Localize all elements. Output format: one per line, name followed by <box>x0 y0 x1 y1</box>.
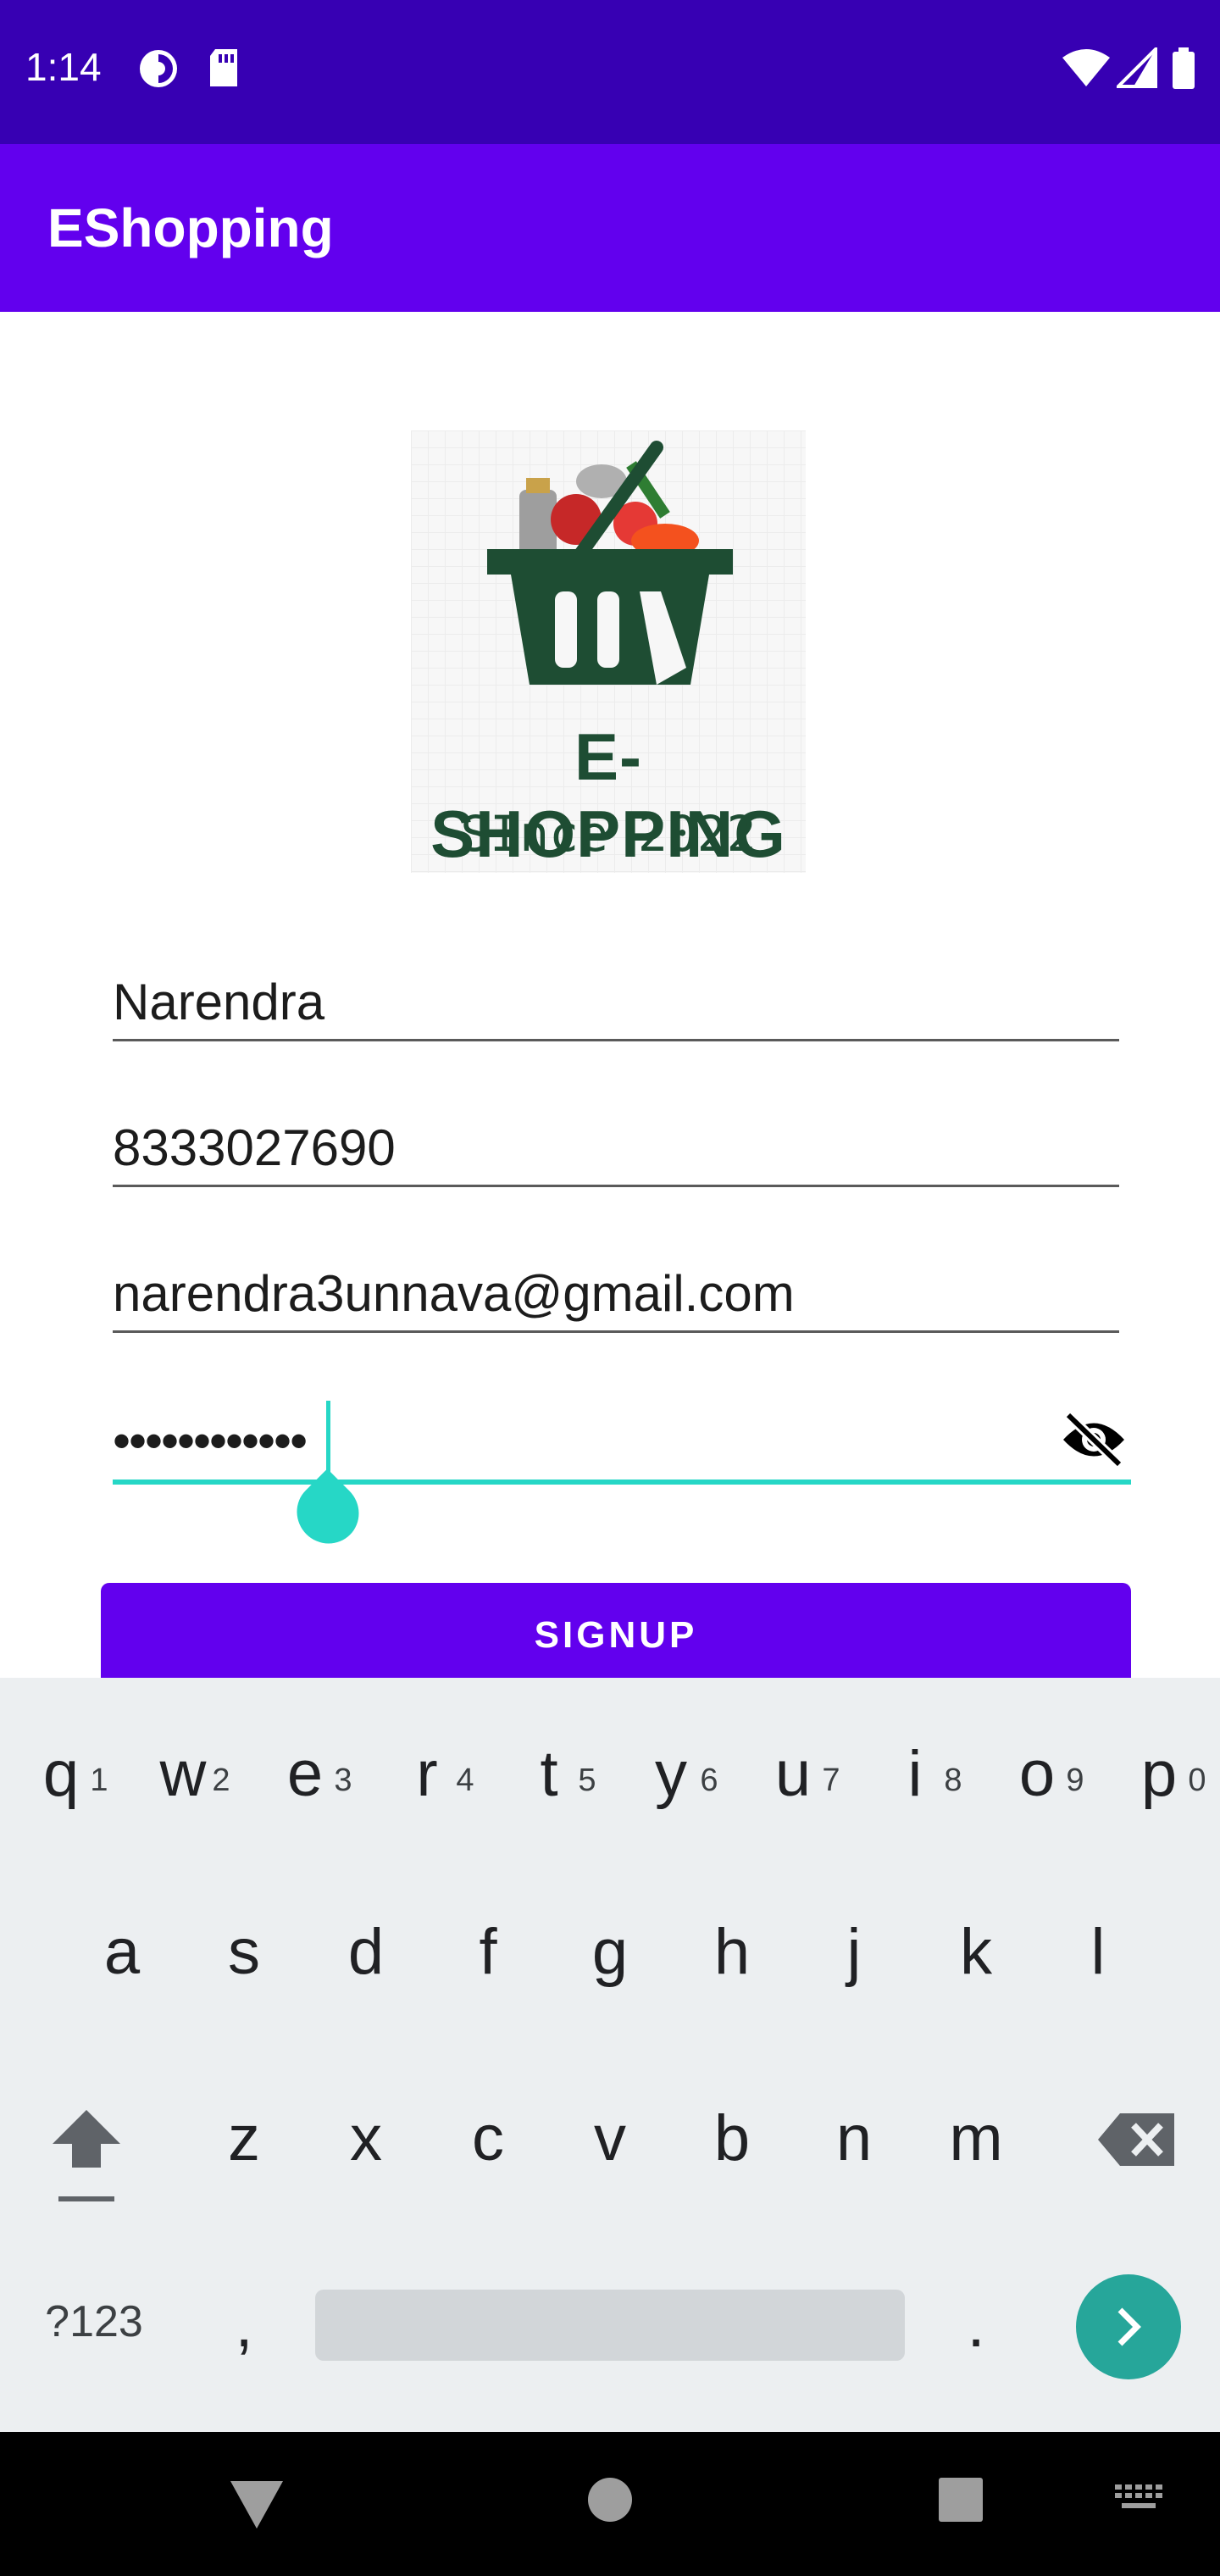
key-s[interactable]: s <box>183 1915 305 1989</box>
name-field[interactable]: Narendra <box>113 973 1119 1044</box>
backspace-key[interactable] <box>1076 2110 1198 2185</box>
data-saver-icon <box>137 47 180 93</box>
key-h[interactable]: h <box>671 1915 793 1989</box>
visibility-off-icon[interactable] <box>1060 1411 1128 1471</box>
shift-key[interactable] <box>25 2101 147 2227</box>
space-key[interactable] <box>315 2290 905 2361</box>
key-o[interactable]: 9o <box>976 1737 1098 1839</box>
logo-subtitle: SInce 2022 <box>460 805 757 863</box>
basket-icon <box>487 441 733 685</box>
battery-icon <box>1171 47 1196 93</box>
shift-icon <box>53 2110 120 2201</box>
key-p[interactable]: 0p <box>1098 1737 1220 1839</box>
phone-underline <box>113 1185 1119 1187</box>
comma-key[interactable]: , <box>185 2288 303 2362</box>
name-underline <box>113 1039 1119 1041</box>
status-bar: 1:14 <box>0 0 1220 144</box>
recents-icon[interactable] <box>939 2478 983 2522</box>
password-value: •••••••••••• <box>113 1413 308 1469</box>
email-field[interactable]: narendra3unnava@gmail.com <box>113 1264 1119 1335</box>
key-l[interactable]: l <box>1037 1915 1159 1989</box>
key-x[interactable]: x <box>305 2101 427 2175</box>
key-k[interactable]: k <box>915 1915 1037 1989</box>
key-c[interactable]: c <box>427 2101 549 2175</box>
key-f[interactable]: f <box>427 1915 549 1989</box>
email-value: narendra3unnava@gmail.com <box>113 1265 795 1322</box>
key-a[interactable]: a <box>61 1915 183 1989</box>
key-j[interactable]: j <box>793 1915 915 1989</box>
chevron-right-icon <box>1117 2307 1141 2346</box>
password-underline <box>113 1480 1131 1485</box>
key-u[interactable]: 7u <box>732 1737 854 1839</box>
key-w[interactable]: 2w <box>122 1737 244 1839</box>
app-title: EShopping <box>47 197 334 258</box>
key-g[interactable]: g <box>549 1915 671 1989</box>
wifi-icon <box>1061 47 1112 92</box>
name-value: Narendra <box>113 974 325 1030</box>
key-m[interactable]: m <box>915 2101 1037 2175</box>
status-time: 1:14 <box>25 45 102 89</box>
next-key[interactable] <box>1076 2274 1181 2379</box>
signup-button[interactable]: SIGNUP <box>101 1583 1131 1678</box>
key-e[interactable]: 3e <box>244 1737 366 1839</box>
key-t[interactable]: 5t <box>488 1737 610 1839</box>
period-key[interactable]: . <box>917 2288 1035 2362</box>
keyboard-switch-icon[interactable] <box>1115 2484 1164 2515</box>
app-bar: EShopping <box>0 144 1220 312</box>
home-icon[interactable] <box>586 2476 634 2523</box>
email-underline <box>113 1330 1119 1333</box>
symbols-key[interactable]: ?123 <box>30 2296 158 2347</box>
key-y[interactable]: 6y <box>610 1737 732 1839</box>
key-b[interactable]: b <box>671 2101 793 2175</box>
cell-signal-icon <box>1114 45 1157 92</box>
sd-card-icon <box>207 47 241 92</box>
backspace-icon <box>1098 2113 1174 2166</box>
key-r[interactable]: 4r <box>366 1737 488 1839</box>
key-v[interactable]: v <box>549 2101 671 2175</box>
phone-field[interactable]: 8333027690 <box>113 1119 1119 1190</box>
phone-value: 8333027690 <box>113 1119 396 1176</box>
key-i[interactable]: 8i <box>854 1737 976 1839</box>
key-d[interactable]: d <box>305 1915 427 1989</box>
navigation-bar <box>0 2432 1220 2576</box>
soft-keyboard: 1q 2w 3e 4r 5t 6y 7u 8i 9o 0p a s d f g … <box>0 1678 1220 2432</box>
key-n[interactable]: n <box>793 2101 915 2175</box>
back-icon[interactable] <box>227 2476 286 2532</box>
key-z[interactable]: z <box>183 2101 305 2175</box>
eshopping-logo: E-SHOPPING SInce 2022 <box>411 430 806 873</box>
password-field[interactable]: •••••••••••• <box>113 1407 1131 1485</box>
key-q[interactable]: 1q <box>0 1737 122 1839</box>
